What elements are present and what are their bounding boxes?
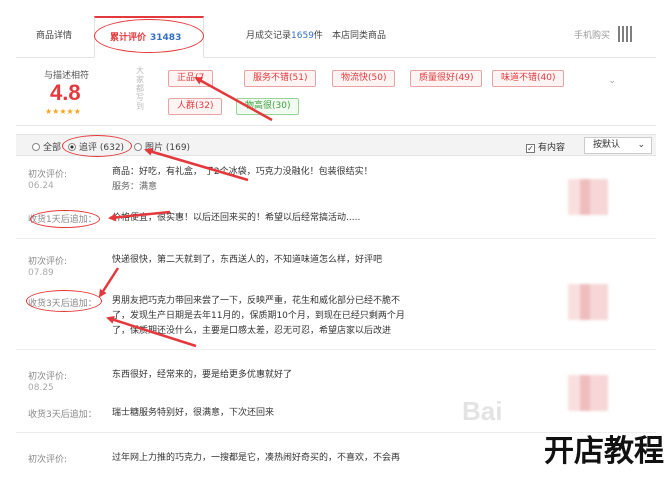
tab-reviews[interactable]: 累计评价 31483 [94, 16, 204, 58]
checkbox-checked-icon: ✓ [526, 144, 535, 153]
first-review-label: 初次评价: [28, 455, 68, 465]
tag-good-service[interactable]: 服务不错(51) [244, 70, 317, 87]
followup-label: 收货3天后追加： [28, 299, 97, 309]
tag-authentic[interactable]: 正品(7 [168, 70, 214, 87]
tab-reviews-count: 31483 [150, 33, 182, 43]
review-image-thumbnail[interactable] [568, 179, 608, 215]
tag-good-quality[interactable]: 质量很好(49) [410, 70, 483, 87]
tab-monthly-sales-count: 1659 [291, 31, 314, 41]
baidu-watermark: Bai [462, 396, 503, 426]
mobile-buy-link[interactable]: 手机购买 [574, 28, 610, 41]
review-text: 快递很快，第二天就到了，东西送人的，不知道味道怎么样，好评吧 [112, 255, 383, 265]
tab-monthly-sales[interactable]: 月成交记录1659件 [246, 28, 323, 41]
qr-code-icon[interactable] [618, 26, 634, 42]
review-item: 初次评价: 07.89 快递很快，第二天就到了，东西送人的，不知道味道怎么样，好… [16, 240, 656, 350]
star-rating: ★★★★★ [45, 107, 81, 116]
sort-dropdown[interactable]: 按默认 ⌄ [584, 137, 652, 154]
tab-bar: 商品详情 累计评价 31483 月成交记录1659件 本店同类商品 手机购买 [16, 16, 656, 58]
filter-images-radio[interactable]: 图片 (169) [134, 140, 190, 153]
filter-followup-radio[interactable]: 追评 (632) [68, 140, 124, 153]
followup-text-line2: 了，发现生产日期是去年11月的，保质期10个月，到现在已经只剩两个月 [112, 311, 405, 321]
score-value: 4.8 [50, 80, 81, 105]
followup-label: 收货1天后追加： [28, 215, 97, 225]
review-date: 07.89 [28, 268, 54, 278]
tab-monthly-sales-label: 月成交记录 [246, 31, 292, 41]
tag-fast-shipping[interactable]: 物流快(50) [332, 70, 396, 87]
followup-text: 瑞士糖服务特别好，很满意，下次还回来 [112, 408, 275, 418]
followup-text: 价格便宜，很实惠！以后还回来买的！希望以后经常搞活动..... [112, 213, 361, 223]
brand-overlay-text: 开店教程 [544, 434, 664, 469]
filter-images-label: 图片 (169) [145, 143, 191, 153]
review-text: 东西很好，经常来的，要是给更多优惠就好了 [112, 370, 293, 380]
first-review-label: 初次评价: [28, 372, 68, 382]
tab-monthly-sales-suffix: 件 [313, 31, 323, 41]
review-image-thumbnail[interactable] [568, 375, 608, 411]
review-filter-bar: 全部 追评 (632) 图片 (169) ✓ 有内容 按默认 ⌄ [16, 134, 656, 156]
filter-followup-label: 追评 (632) [79, 143, 125, 153]
has-content-checkbox[interactable]: ✓ 有内容 [526, 140, 565, 153]
followup-label: 收货3天后追加： [28, 410, 97, 420]
tab-reviews-label: 累计评价 [110, 33, 147, 43]
review-item: 初次评价: 08.25 东西很好，经常来的，要是给更多优惠就好了 收货3天后追加… [16, 351, 656, 433]
filter-all-label: 全部 [43, 143, 62, 153]
review-image-thumbnail[interactable] [568, 284, 608, 320]
followup-text-line3: 了，保质期还没什么，主要是口感太差，忍无可忍，希望店家以后改进 [112, 326, 392, 336]
radio-selected-icon [68, 143, 76, 151]
sort-label: 按默认 [593, 140, 621, 150]
radio-icon [32, 143, 40, 151]
first-review-label: 初次评价: [28, 170, 68, 180]
first-review-label: 初次评价: [28, 257, 68, 267]
rating-panel: 与描述相符 4.8 ★★★★★ 大家都写到 正品(7 服务不错(51) 物流快(… [16, 58, 656, 126]
chevron-down-icon: ⌄ [637, 140, 645, 150]
review-date: 08.25 [28, 383, 54, 393]
tab-product-details[interactable]: 商品详情 [36, 28, 72, 41]
tab-similar-products[interactable]: 本店同类商品 [332, 28, 386, 41]
tag-good-taste[interactable]: 味道不错(40) [492, 70, 565, 87]
review-service-text: 服务：满意 [112, 182, 158, 192]
review-text: 过年网上力推的巧克力，一搜都是它，凑热闹好奇买的，不喜欢，不会再 [112, 453, 401, 463]
tag-crowd[interactable]: 人群(32) [168, 98, 223, 115]
filter-all-radio[interactable]: 全部 [32, 140, 61, 153]
review-date: 06.24 [28, 181, 54, 191]
tag-green[interactable]: 物高很(30) [236, 98, 300, 115]
radio-icon [134, 143, 142, 151]
review-item: 初次评价: 06.24 商品：好吃，有礼盒， 了2个冰袋，巧克力没融化！包装很结… [16, 157, 656, 239]
has-content-label: 有内容 [538, 143, 566, 153]
chevron-down-icon[interactable]: ⌄ [608, 76, 616, 86]
tags-side-label: 大家都写到 [136, 66, 144, 111]
review-text: 商品：好吃，有礼盒， 了2个冰袋，巧克力没融化！包装很结实！ [112, 167, 373, 177]
followup-text: 男朋友把巧克力带回来尝了一下，反映严重，花生和威化部分已经不脆不 [112, 296, 401, 306]
